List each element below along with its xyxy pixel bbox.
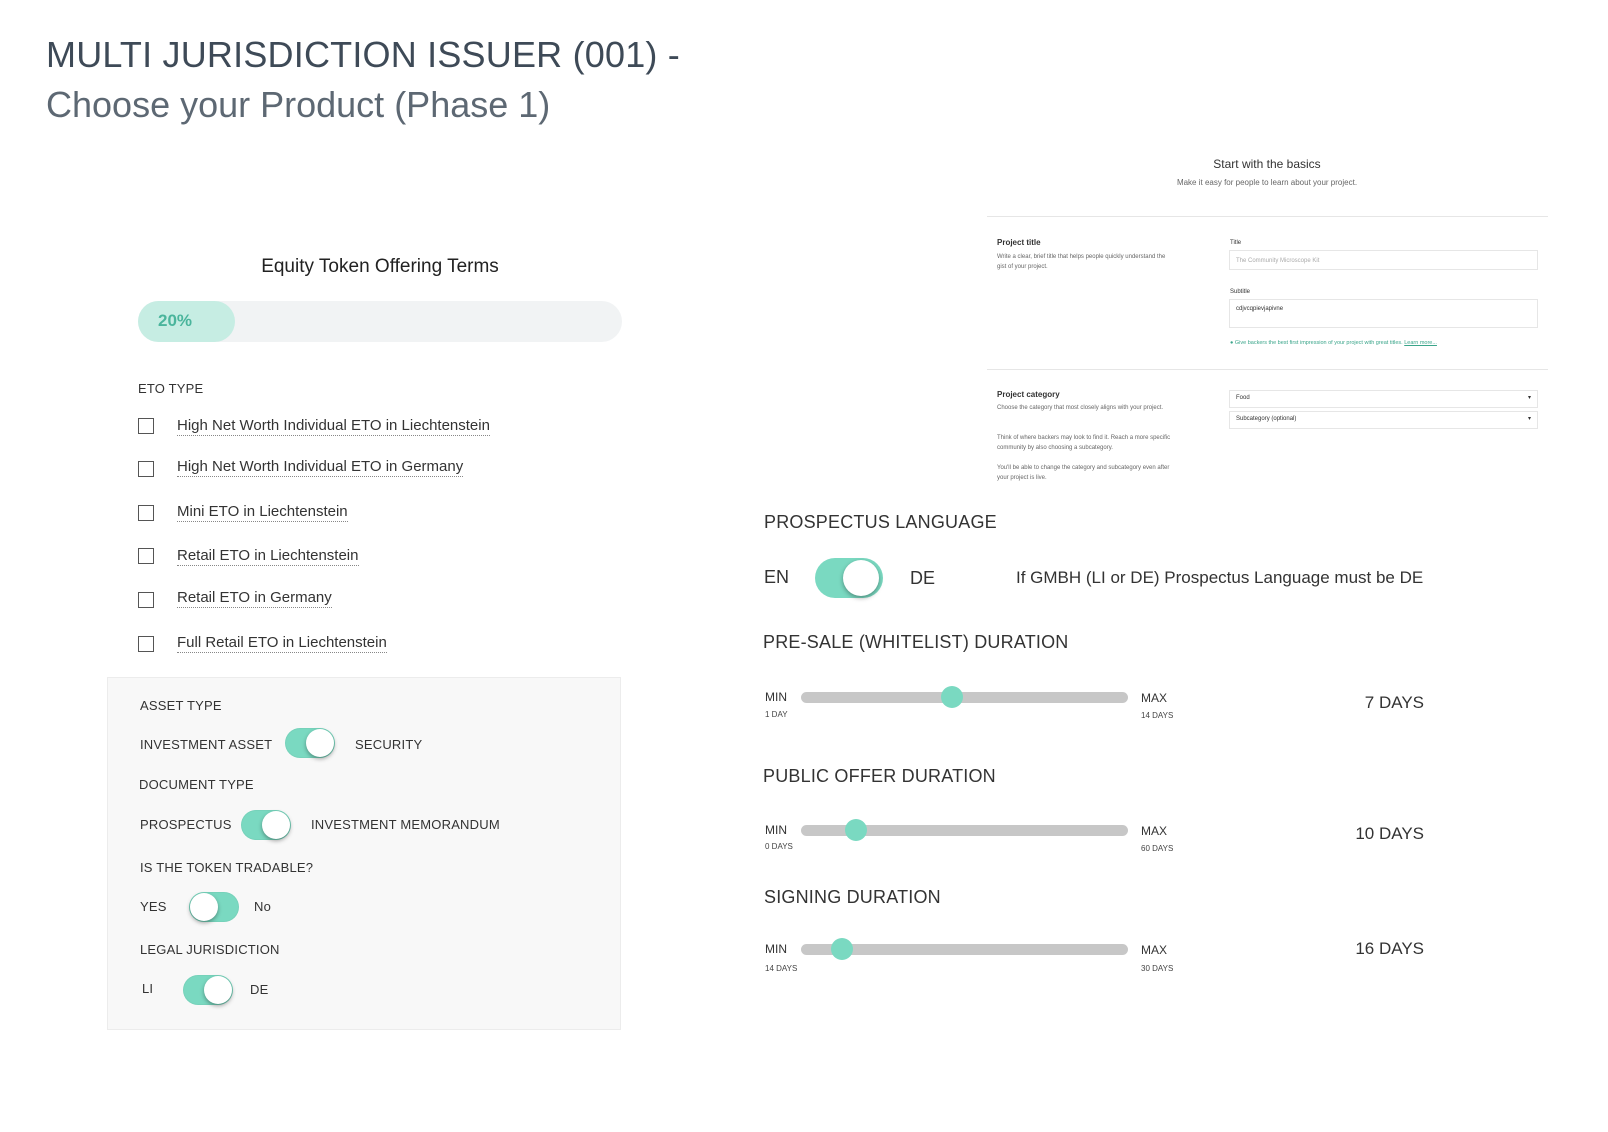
title-hint-text: Give backers the best first impression o… [1234,340,1403,346]
presale-duration-slider[interactable] [801,686,1128,708]
tradable-left-label: YES [140,899,167,914]
eto-type-option[interactable]: Full Retail ETO in Liechtenstein [177,634,387,653]
duration-value: 10 DAYS [1355,824,1424,843]
basics-title: Start with the basics [1213,157,1321,171]
slider-min-label: MIN [765,690,787,704]
asset-type-toggle[interactable] [285,728,335,758]
project-category-label: Project category [997,390,1060,399]
tradable-right-label: No [254,899,272,914]
slider-min-value: 1 DAY [765,710,788,719]
tradable-toggle[interactable] [189,892,239,922]
title-input[interactable]: The Community Microscope Kit [1229,250,1538,270]
slider-min-label: MIN [765,823,787,837]
page-title: MULTI JURISDICTION ISSUER (001) - [46,34,680,75]
slider-max-value: 60 DAYS [1141,844,1174,853]
document-type-left-label: PROSPECTUS [140,817,232,832]
map-pin-icon: ● [1230,340,1234,346]
eto-type-checkbox[interactable] [138,592,154,608]
asset-type-right-label: SECURITY [355,737,423,752]
project-category-desc: You'll be able to change the category an… [997,465,1170,481]
asset-type-left-label: INVESTMENT ASSET [140,737,273,752]
project-category-desc: Think of where backers may look to find … [997,435,1171,451]
toggle-knob [190,893,218,921]
title-hint: ● Give backers the best first impression… [1230,340,1437,346]
divider [987,216,1548,217]
settings-panel [107,677,621,1030]
duration-value: 16 DAYS [1355,939,1424,958]
jurisdiction-right-label: DE [250,982,269,997]
document-type-right-label: INVESTMENT MEMORANDUM [311,817,500,832]
prospectus-language-toggle[interactable] [815,558,883,598]
subtitle-field-label: Subtitle [1230,289,1251,295]
slider-thumb[interactable] [940,686,963,708]
eto-type-option[interactable]: Mini ETO in Liechtenstein [177,503,348,522]
eto-type-option[interactable]: High Net Worth Individual ETO in Germany [177,458,464,477]
slider-max-label: MAX [1141,943,1168,957]
subtitle-input[interactable]: cdjvcqpievjapivne [1229,299,1538,328]
toggle-knob [262,811,290,839]
presale-duration-title: PRE-SALE (WHITELIST) DURATION [763,632,1069,652]
prospectus-language-note: If GMBH (LI or DE) Prospectus Language m… [1016,568,1424,587]
language-right-label: DE [910,568,936,588]
slider-min-value: 0 DAYS [765,842,793,851]
chevron-down-icon: ▾ [1527,395,1531,401]
subcategory-select[interactable]: Subcategory (optional) ▾ [1229,411,1538,429]
slider-max-label: MAX [1141,824,1168,838]
project-category-desc: Choose the category that most closely al… [997,405,1164,411]
document-type-toggle[interactable] [241,810,291,840]
duration-value: 7 DAYS [1364,693,1424,712]
eto-type-option[interactable]: Retail ETO in Liechtenstein [177,547,359,566]
prospectus-language-title: PROSPECTUS LANGUAGE [764,512,997,532]
slider-max-label: MAX [1141,691,1168,705]
asset-type-label: ASSET TYPE [140,698,222,713]
progress-label: 20% [158,311,193,330]
page-subtitle: Choose your Product (Phase 1) [46,84,551,125]
eto-type-checkbox[interactable] [138,548,154,564]
slider-max-value: 14 DAYS [1141,711,1174,720]
public-offer-duration-slider[interactable] [801,819,1128,841]
toggle-knob [843,560,879,596]
jurisdiction-left-label: LI [142,981,154,996]
public-offer-duration-title: PUBLIC OFFER DURATION [763,766,996,786]
category-select-value: Food [1236,395,1250,401]
eto-type-checkbox[interactable] [138,461,154,477]
chevron-down-icon: ▾ [1527,416,1531,422]
signing-duration-title: SIGNING DURATION [764,887,941,907]
tradable-label: IS THE TOKEN TRADABLE? [140,860,314,875]
title-field-label: Title [1230,240,1242,246]
jurisdiction-toggle[interactable] [183,975,233,1005]
toggle-knob [204,976,232,1004]
eto-type-checkbox[interactable] [138,418,154,434]
slider-thumb[interactable] [830,938,853,960]
signing-duration-slider[interactable] [801,938,1128,960]
slider-max-value: 30 DAYS [1141,964,1174,973]
subcategory-select-value: Subcategory (optional) [1236,416,1297,422]
progress-bar [138,301,622,342]
eto-type-checkbox[interactable] [138,636,154,652]
eto-type-option[interactable]: High Net Worth Individual ETO in Liechte… [177,417,490,436]
jurisdiction-label: LEGAL JURISDICTION [140,942,280,957]
eto-type-checkbox[interactable] [138,505,154,521]
project-title-desc: Write a clear, brief title that helps pe… [997,254,1166,270]
language-left-label: EN [764,567,790,587]
divider [987,369,1548,370]
slider-min-value: 14 DAYS [765,964,798,973]
basics-subtitle: Make it easy for people to learn about y… [1176,178,1358,187]
document-type-label: DOCUMENT TYPE [139,777,254,792]
toggle-knob [306,729,334,757]
eto-type-label: ETO TYPE [138,381,204,396]
category-select[interactable]: Food ▾ [1229,390,1538,408]
eto-terms-heading: Equity Token Offering Terms [261,256,499,277]
project-title-label: Project title [997,238,1041,247]
slider-min-label: MIN [765,942,787,956]
learn-more-link[interactable]: Learn more... [1404,340,1437,346]
slider-thumb[interactable] [844,819,867,841]
eto-type-option[interactable]: Retail ETO in Germany [177,589,332,608]
